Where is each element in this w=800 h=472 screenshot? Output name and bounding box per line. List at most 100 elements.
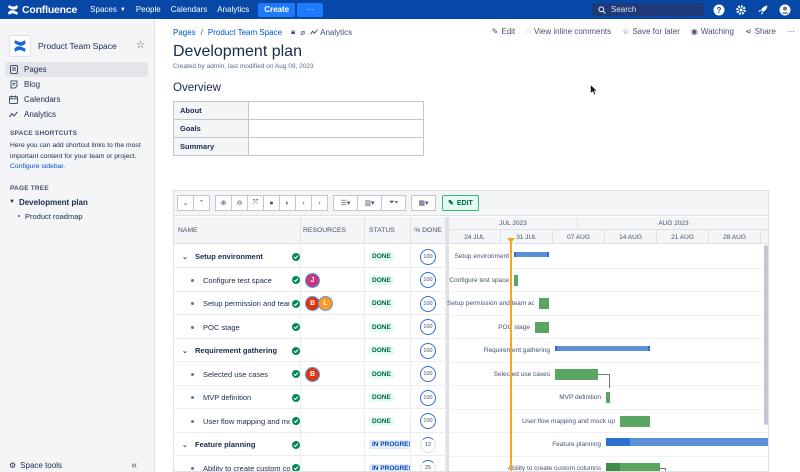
table-row[interactable]: User flow mapping and mock up DONE 100 [174,409,446,433]
task-name-cell[interactable]: Selected use cases [174,362,301,386]
gantt-task-bar[interactable] [606,462,660,471]
splitter-handle[interactable] [446,217,449,471]
nav-spaces[interactable]: Spaces ▼ [90,5,126,14]
confluence-logo[interactable]: Confluence [7,4,77,16]
status-cell[interactable]: DONE [365,268,411,292]
resources-cell[interactable] [301,456,365,471]
task-name-cell[interactable]: ⌄ Setup environment [174,245,301,268]
column-header-resources[interactable]: RESOURCES [301,217,365,244]
avatar[interactable]: L [318,296,333,311]
table-row[interactable]: POC stage DONE 100 [174,315,446,339]
resources-cell[interactable]: B [301,362,365,386]
gantt-summary-bar[interactable] [555,346,650,351]
resources-cell[interactable] [301,339,365,362]
task-name-cell[interactable]: POC stage [174,315,301,339]
page-tree-item-development-plan[interactable]: ▼ Development plan [0,198,154,207]
watching-button[interactable]: ◉ Watching [691,27,734,36]
status-cell[interactable]: DONE [365,339,411,362]
percent-done-cell[interactable]: 100 [411,268,446,292]
task-name-cell[interactable]: Setup permission and team access [174,292,301,315]
sidebar-item-pages[interactable]: Pages [5,62,148,77]
table-row[interactable]: Configure test space J DONE 100 [174,268,446,292]
resources-cell[interactable] [301,409,365,433]
avatar[interactable]: B [305,366,320,382]
help-icon[interactable]: ? [712,3,725,16]
status-cell[interactable]: DONE [365,362,411,386]
more-actions-button[interactable]: ··· [787,27,795,36]
task-name-cell[interactable]: Configure test space [174,268,301,292]
table-row[interactable]: Ability to create custom columns IN PROGR… [174,456,446,471]
table-row[interactable]: MVP definition DONE 100 [174,386,446,409]
attachment-icon[interactable]: ⌀ [300,28,305,37]
collapse-all-icon[interactable]: ⌄ [177,195,194,211]
collapse-sidebar-icon[interactable]: « [131,460,137,471]
columns-icon[interactable]: ▥▾ [357,195,382,211]
edit-button[interactable]: ✎ Edit [492,27,516,36]
sidebar-item-analytics[interactable]: Analytics [5,107,148,122]
chevron-down-icon[interactable]: ⌄ [182,441,188,449]
chevron-down-icon[interactable]: ⌄ [182,253,188,261]
notifications-rocket-icon[interactable] [756,3,769,16]
create-more-button[interactable]: ··· [297,2,324,17]
status-cell[interactable]: DONE [365,409,411,433]
gantt-edit-button[interactable]: ✎ EDIT [442,195,479,211]
percent-done-cell[interactable]: 100 [411,292,446,315]
status-cell[interactable]: DONE [365,245,411,268]
share-button[interactable]: ⋖ Share [745,27,776,36]
percent-done-cell[interactable]: 100 [411,315,446,339]
breadcrumb-space[interactable]: Product Team Space [208,28,282,37]
save-for-later-button[interactable]: ☆ Save for later [622,27,680,36]
search-input[interactable]: Search [592,3,704,16]
percent-done-cell[interactable]: 12 [411,433,446,456]
task-name-cell[interactable]: ⌄ Feature planning [174,433,301,456]
scroll-to-start-icon[interactable]: ◐ [279,195,296,211]
resources-cell[interactable] [301,433,365,456]
gantt-task-bar[interactable] [620,415,650,427]
lock-icon[interactable]: 🔒︎ [291,27,295,37]
percent-done-cell[interactable]: 100 [411,386,446,409]
nav-analytics[interactable]: Analytics [217,5,249,14]
table-row[interactable]: ⌄ Feature planning IN PROGRESS 12 [174,433,446,456]
task-name-cell[interactable]: User flow mapping and mock up [174,409,301,433]
page-tree-item-product-roadmap[interactable]: Product roadmap [0,212,154,221]
fit-to-screen-icon[interactable]: ⤧ [247,195,264,211]
status-cell[interactable]: DONE [365,315,411,339]
percent-done-cell[interactable]: 100 [411,409,446,433]
scroll-right-icon[interactable]: › [311,195,328,211]
sidebar-item-calendars[interactable]: Calendars [5,92,148,107]
space-tools-button[interactable]: Space tools [20,461,131,470]
status-cell[interactable]: DONE [365,292,411,315]
column-header-name[interactable]: NAME [174,217,301,244]
gantt-task-bar[interactable] [539,298,549,309]
space-name[interactable]: Product Team Space [38,41,136,51]
resources-cell[interactable]: J [301,268,365,292]
status-cell[interactable]: IN PROGRESS [365,433,411,456]
breadcrumb-pages[interactable]: Pages [173,28,196,37]
configure-sidebar-link[interactable]: Configure sidebar. [10,163,65,170]
star-icon[interactable]: ☆ [136,40,145,51]
resources-cell[interactable] [301,315,365,339]
zoom-in-icon[interactable]: ⊕ [215,195,232,211]
chevron-down-icon[interactable]: ▼ [9,199,15,205]
space-logo-icon[interactable] [9,34,31,57]
table-row[interactable]: Selected use cases B DONE 100 [174,362,446,386]
avatar[interactable]: J [305,272,320,288]
timeline-scrollbar[interactable] [764,245,768,425]
gantt-task-bar[interactable] [535,321,549,333]
table-row[interactable]: ⌄ Requirement gathering DONE 100 [174,339,446,362]
create-button[interactable]: Create [258,2,296,17]
task-name-cell[interactable]: ⌄ Requirement gathering [174,339,301,362]
scroll-left-icon[interactable]: ‹ [295,195,312,211]
gantt-task-bar[interactable] [514,274,518,286]
table-row[interactable]: ⌄ Setup environment DONE 100 [174,245,446,268]
column-header-status[interactable]: STATUS [365,217,411,244]
table-row[interactable]: Setup permission and team access BL DONE 10… [174,292,446,315]
sidebar-item-blog[interactable]: Blog [5,77,148,92]
task-name-cell[interactable]: MVP definition [174,386,301,409]
filter-icon[interactable]: ⏷▾ [381,195,406,211]
settings-gear-icon[interactable] [734,3,747,16]
gantt-summary-bar[interactable] [606,438,768,446]
zoom-out-icon[interactable]: ⊖ [231,195,248,211]
percent-done-cell[interactable]: 100 [411,339,446,362]
nav-calendars[interactable]: Calendars [171,5,207,14]
